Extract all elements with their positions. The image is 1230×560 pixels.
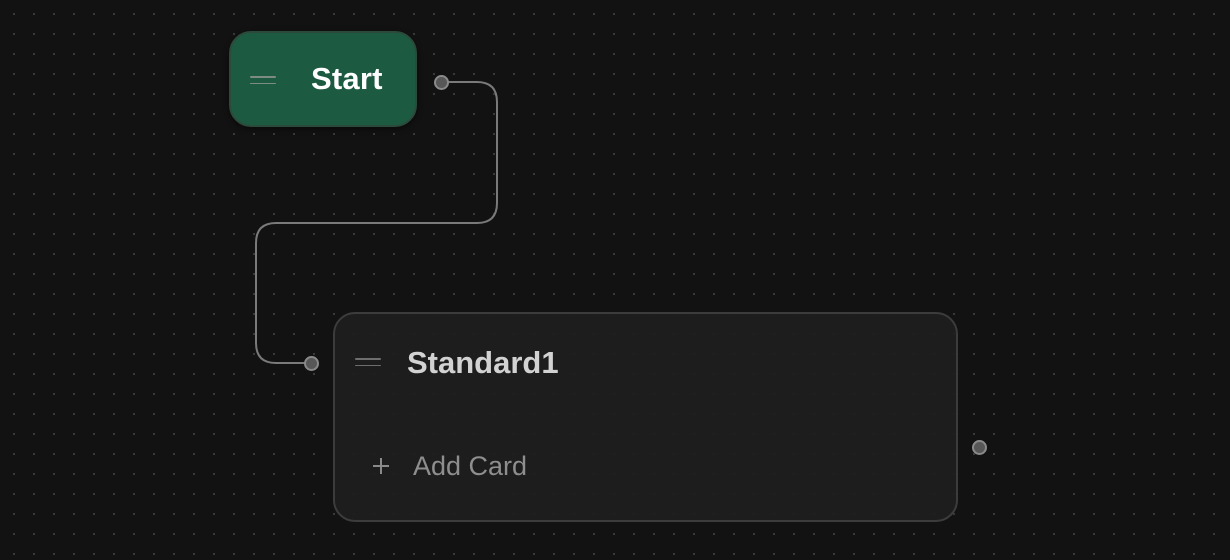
start-node-output-port[interactable] — [434, 75, 449, 90]
add-card-button[interactable]: Add Card — [373, 448, 527, 484]
start-node[interactable]: Start — [229, 31, 417, 127]
drag-handle-icon[interactable] — [250, 76, 276, 84]
standard-node-title: Standard1 — [407, 345, 559, 380]
standard1-input-port[interactable] — [304, 356, 319, 371]
start-node-title: Start — [311, 61, 383, 96]
flow-canvas[interactable]: Start Standard1 Add Card — [0, 0, 1230, 560]
add-card-label: Add Card — [413, 451, 528, 481]
drag-handle-icon[interactable] — [355, 358, 381, 366]
standard1-output-port[interactable] — [972, 440, 987, 455]
plus-icon — [373, 458, 389, 474]
standard-node[interactable]: Standard1 Add Card — [333, 312, 958, 522]
